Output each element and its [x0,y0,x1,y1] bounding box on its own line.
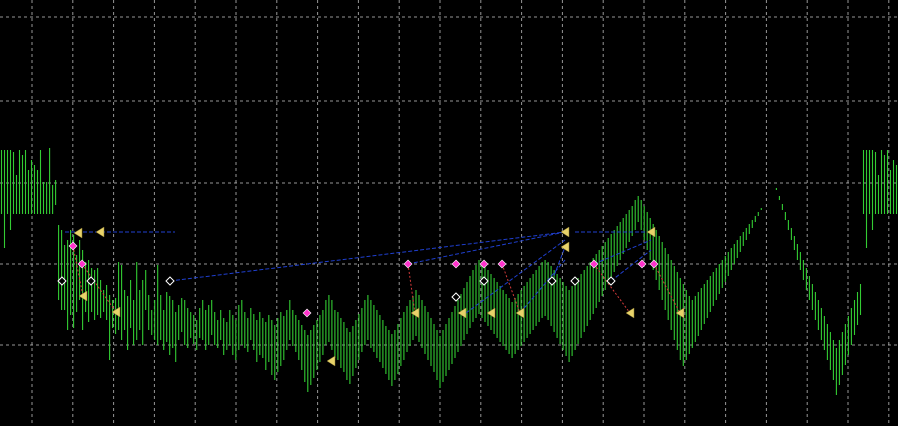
exit-marker [410,307,420,319]
exit-marker [95,226,105,238]
neutral-marker [451,292,461,302]
exit-marker [515,307,525,319]
trade-link [407,263,416,314]
trade-link [72,245,84,297]
entry-marker [302,308,312,318]
exit-marker [73,227,83,239]
exit-marker [326,355,336,367]
exit-marker [646,226,656,238]
chart-container [0,0,898,426]
entry-marker [589,259,599,269]
entry-marker [497,259,507,269]
bars-layer [0,148,898,395]
exit-marker [560,241,570,253]
trade-link [653,263,681,314]
entry-marker [637,259,647,269]
trade-link [81,263,117,313]
trend-line [407,231,566,265]
entry-marker [451,259,461,269]
entry-marker [649,259,659,269]
trade-links-layer [72,245,681,314]
exit-marker [457,307,467,319]
neutral-marker [165,276,175,286]
entry-marker [403,259,413,269]
trade-link [501,263,521,314]
trend-line [169,231,566,282]
price-chart [0,0,898,426]
